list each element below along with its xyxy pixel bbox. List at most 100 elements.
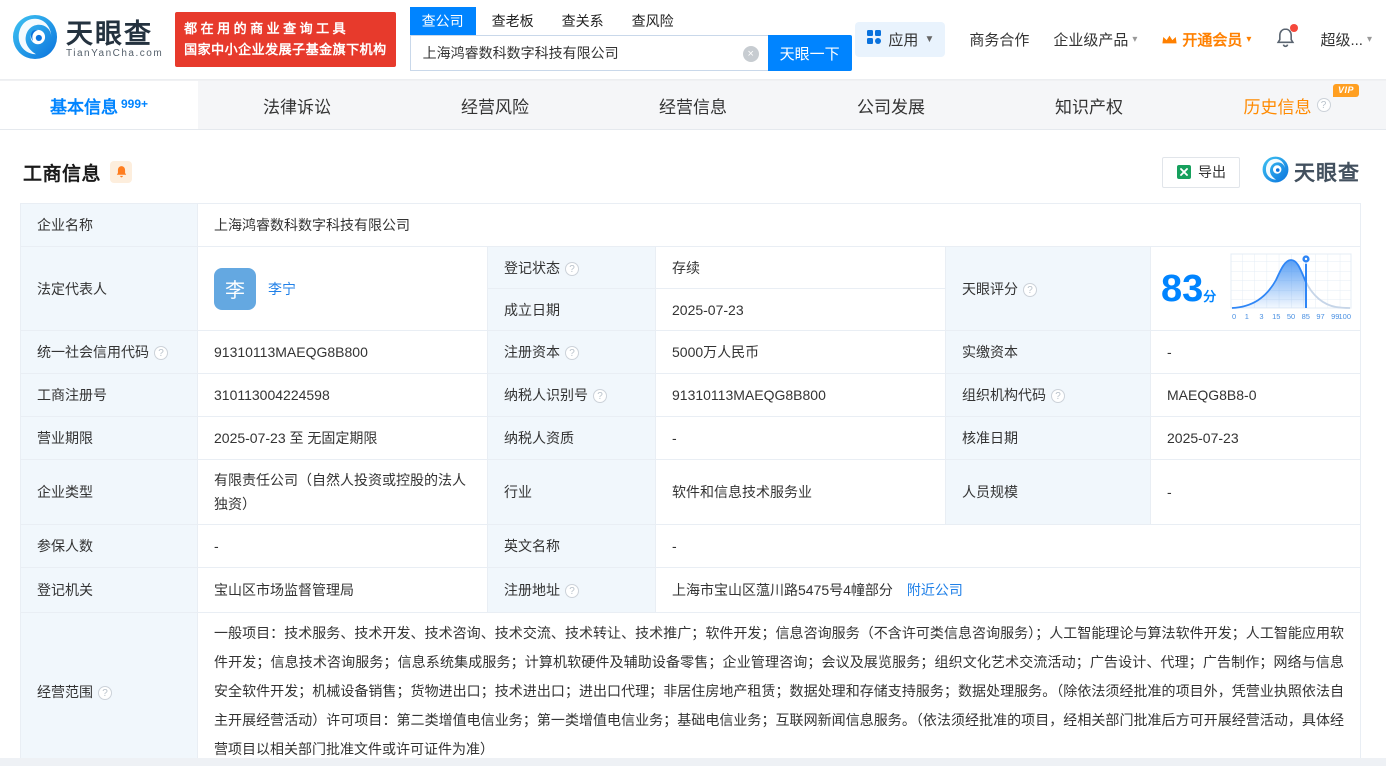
search-tab-relation[interactable]: 查关系	[550, 7, 616, 35]
search-tab-company[interactable]: 查公司	[409, 7, 476, 35]
tab-history-info[interactable]: VIP 历史信息 ?	[1188, 81, 1386, 129]
tianyan-score: 83分 0 1 3 15 50 85 97 99 100	[1161, 252, 1352, 325]
count-badge: 999+	[120, 97, 149, 111]
staff-size-value: -	[1149, 459, 1362, 525]
help-icon[interactable]: ?	[1316, 98, 1331, 112]
search-tab-boss[interactable]: 查老板	[480, 7, 546, 35]
enterprise-label: 企业级产品	[1053, 32, 1129, 49]
help-icon[interactable]: ?	[565, 584, 579, 598]
svg-text:100: 100	[1339, 312, 1352, 321]
tab-label: 法律诉讼	[263, 97, 331, 117]
slogan-line2: 国家中小企业发展子基金旗下机构	[184, 41, 387, 57]
legal-rep-label: 法定代表人	[20, 246, 198, 331]
nearby-companies-link[interactable]: 附近公司	[907, 582, 963, 598]
brand-name: 天眼查	[66, 18, 153, 49]
help-icon[interactable]: ?	[565, 346, 579, 360]
tab-business-risk[interactable]: 经营风险	[396, 81, 594, 129]
search-block: 查公司 查老板 查关系 查风险 × 天眼一下	[409, 7, 852, 71]
svg-text:50: 50	[1287, 312, 1295, 321]
tab-label: 历史信息	[1243, 97, 1312, 117]
svg-text:0: 0	[1232, 312, 1236, 321]
legal-rep-avatar[interactable]: 李	[214, 267, 256, 310]
score-label: 天眼评分	[962, 280, 1018, 297]
tab-company-development[interactable]: 公司发展	[792, 81, 990, 129]
nav-enterprise-products[interactable]: 企业级产品 ▾	[1053, 29, 1137, 50]
svg-text:15: 15	[1272, 312, 1280, 321]
insured-count-label: 参保人数	[20, 524, 198, 568]
export-label: 导出	[1198, 164, 1226, 180]
legal-rep-link[interactable]: 李宁	[268, 279, 296, 299]
nav-open-vip[interactable]: 开通会员 ▾	[1161, 29, 1251, 50]
chevron-down-icon: ▾	[1246, 34, 1252, 45]
reg-number-label: 工商注册号	[20, 373, 198, 417]
credit-code-value: 91310113MAEQG8B800	[197, 330, 488, 374]
reg-capital-value: 5000万人民币	[655, 330, 946, 374]
chevron-down-icon: ▾	[1132, 34, 1138, 45]
help-icon[interactable]: ?	[1023, 282, 1037, 297]
business-scope-label: 经营范围	[37, 683, 93, 700]
reg-address-value: 上海市宝山区蕰川路5475号4幢部分	[672, 582, 893, 598]
tab-intellectual-property[interactable]: 知识产权	[990, 81, 1188, 129]
table-row: 统一社会信用代码? 91310113MAEQG8B800 注册资本? 5000万…	[20, 330, 1362, 374]
org-code-value: MAEQG8B8-0	[1149, 373, 1362, 417]
export-button[interactable]: 导出	[1162, 156, 1240, 188]
svg-text:97: 97	[1316, 312, 1324, 321]
clear-search-icon[interactable]: ×	[742, 46, 759, 62]
help-icon[interactable]: ?	[1051, 389, 1065, 403]
search-tab-risk[interactable]: 查风险	[620, 7, 686, 35]
apps-label: 应用	[888, 32, 919, 49]
reg-authority-label: 登记机关	[20, 567, 198, 613]
page-background-strip	[0, 758, 1386, 766]
table-row: 经营范围? 一般项目：技术服务、技术开发、技术咨询、技术交流、技术转让、技术推广…	[20, 612, 1362, 766]
taxpayer-id-label: 纳税人识别号	[504, 387, 588, 403]
monitor-bell-button[interactable]	[110, 161, 133, 183]
search-input[interactable]	[410, 36, 768, 70]
tab-legal-proceedings[interactable]: 法律诉讼	[198, 81, 396, 129]
help-icon[interactable]: ?	[98, 685, 112, 700]
top-header: 天眼查 TianYanCha.com 都在用的商业查询工具 国家中小企业发展子基…	[0, 0, 1386, 80]
company-name-value: 上海鸿睿数科数字科技有限公司	[196, 203, 1362, 247]
search-tabs: 查公司 查老板 查关系 查风险	[409, 7, 852, 35]
help-icon[interactable]: ?	[565, 261, 579, 276]
score-distribution-chart: 0 1 3 15 50 85 97 99 100	[1230, 252, 1352, 325]
reg-authority-value: 宝山区市场监督管理局	[197, 567, 488, 613]
notification-bell[interactable]	[1275, 23, 1299, 53]
est-date-value: 2025-07-23	[655, 288, 946, 331]
taxpayer-id-value: 91310113MAEQG8B800	[655, 373, 946, 417]
business-info-table: 企业名称 上海鸿睿数科数字科技有限公司 法定代表人 李 李宁 登记状态? 存续 …	[20, 203, 1362, 766]
taxpayer-quality-value: -	[655, 416, 946, 460]
tab-basic-info[interactable]: 基本信息 999+	[0, 81, 198, 129]
svg-text:1: 1	[1245, 312, 1249, 321]
notification-dot	[1290, 23, 1299, 32]
user-label: 超级...	[1320, 32, 1363, 49]
tab-label: 知识产权	[1055, 97, 1123, 117]
industry-label: 行业	[487, 459, 656, 525]
help-icon[interactable]: ?	[593, 389, 607, 403]
page: 天眼查 TianYanCha.com 都在用的商业查询工具 国家中小企业发展子基…	[0, 0, 1386, 766]
slogan-line1: 都在用的商业查询工具	[184, 21, 350, 37]
tab-label: 经营信息	[659, 97, 727, 117]
reg-number-value: 310113004224598	[197, 373, 488, 417]
tab-label: 基本信息	[49, 97, 118, 117]
svg-text:3: 3	[1259, 312, 1263, 321]
business-term-value: 2025-07-23 至 无固定期限	[197, 416, 488, 460]
vip-label: 开通会员	[1182, 32, 1243, 49]
section-header: 工商信息 导出 天眼查	[23, 156, 1360, 188]
search-button[interactable]: 天眼一下	[767, 35, 852, 71]
nav-business-cooperation[interactable]: 商务合作	[969, 29, 1029, 50]
help-icon[interactable]: ?	[154, 346, 168, 360]
approval-date-value: 2025-07-23	[1149, 416, 1362, 460]
reg-status-value: 存续	[655, 246, 946, 289]
company-tabbar: 基本信息 999+ 法律诉讼 经营风险 经营信息 公司发展 知识产权 VIP 历…	[0, 80, 1386, 130]
crown-icon	[1161, 33, 1178, 46]
table-row: 参保人数 - 英文名称 -	[20, 524, 1362, 568]
brand-domain: TianYanCha.com	[66, 48, 164, 60]
tianyancha-logo[interactable]: 天眼查 TianYanCha.com	[12, 14, 163, 65]
credit-code-label: 统一社会信用代码	[37, 344, 149, 360]
tab-business-info[interactable]: 经营信息	[594, 81, 792, 129]
svg-text:85: 85	[1302, 312, 1310, 321]
nav-user-account[interactable]: 超级... ▾	[1320, 29, 1372, 50]
watermark-text: 天眼查	[1294, 162, 1360, 185]
english-name-label: 英文名称	[487, 524, 656, 568]
apps-menu[interactable]: 应用 ▼	[855, 22, 946, 57]
